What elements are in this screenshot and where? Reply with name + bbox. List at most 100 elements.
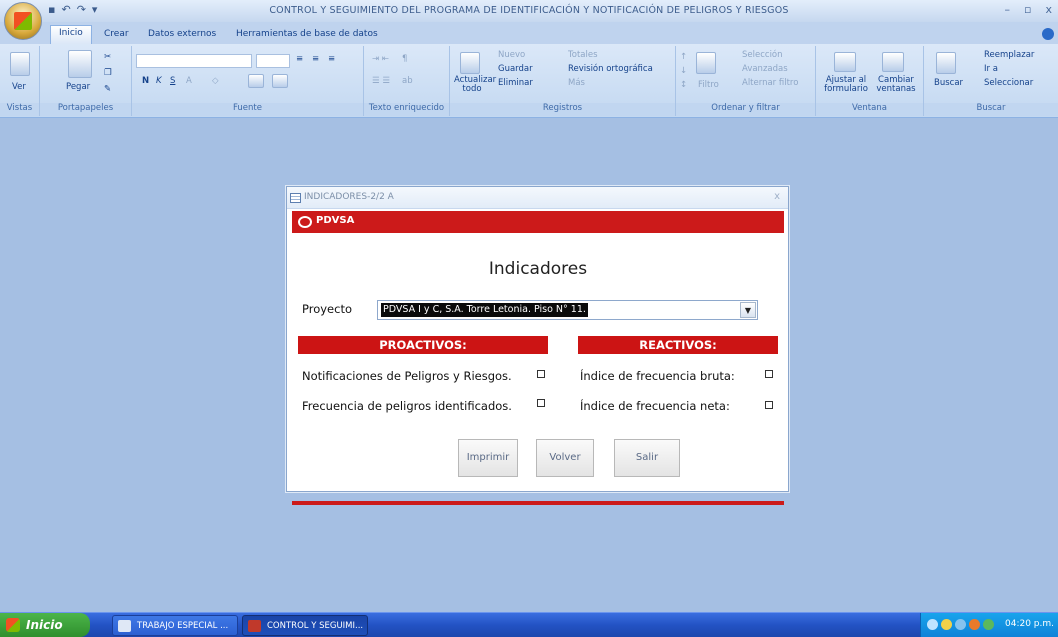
task-label: CONTROL Y SEGUIMI... bbox=[267, 621, 364, 631]
network-icon[interactable] bbox=[927, 619, 938, 630]
fill-color-icon[interactable]: ◇ bbox=[212, 76, 219, 86]
indent-icon[interactable]: ⇥ ⇤ bbox=[372, 54, 389, 64]
filter-icon[interactable] bbox=[696, 52, 716, 74]
align-right-icon[interactable]: ≡ bbox=[328, 54, 335, 64]
alternar-filtro-button[interactable]: Alternar filtro bbox=[742, 78, 798, 88]
tab-herramientas[interactable]: Herramientas de base de datos bbox=[228, 27, 386, 41]
bold-button[interactable]: N bbox=[142, 76, 149, 86]
seleccionar-button[interactable]: Seleccionar bbox=[984, 78, 1033, 88]
list-icon[interactable]: ☰ ☰ bbox=[372, 76, 390, 86]
font-name-combo[interactable] bbox=[136, 54, 252, 68]
sort-desc-icon[interactable]: ↓ bbox=[680, 66, 687, 76]
cut-icon[interactable]: ✂ bbox=[104, 52, 111, 62]
binoculars-icon[interactable] bbox=[936, 52, 956, 74]
antivirus-icon[interactable] bbox=[983, 619, 994, 630]
task-control-seguimiento[interactable]: CONTROL Y SEGUIMI... bbox=[242, 615, 368, 636]
dialog-close-button[interactable]: x bbox=[774, 191, 780, 202]
tab-crear[interactable]: Crear bbox=[96, 27, 137, 41]
proyecto-combo[interactable]: PDVSA I y C, S.A. Torre Letonia. Piso N°… bbox=[377, 300, 758, 320]
dialog-body: PDVSA Indicadores Proyecto PDVSA I y C, … bbox=[292, 211, 784, 505]
restore-button[interactable]: ▫ bbox=[1024, 3, 1031, 16]
ajustar-button[interactable]: Ajustar al formulario bbox=[818, 76, 874, 94]
close-button[interactable]: x bbox=[1045, 3, 1052, 16]
help-icon[interactable] bbox=[1042, 28, 1054, 40]
bottom-red-rule bbox=[292, 501, 784, 505]
tab-inicio[interactable]: Inicio bbox=[50, 25, 92, 44]
group-fuente: ≡ ≡ ≡ N K S A ◇ Fuente bbox=[132, 46, 364, 116]
switch-windows-icon[interactable] bbox=[882, 52, 904, 72]
cambiar-ventanas-button[interactable]: Cambiar ventanas bbox=[872, 76, 920, 94]
group-registros: Actualizar todo Nuevo Guardar Eliminar T… bbox=[450, 46, 676, 116]
reactivo-item-1: Índice de frecuencia bruta: bbox=[580, 369, 735, 383]
group-label-registros: Registros bbox=[450, 103, 675, 116]
checkbox-frecuencia-neta[interactable] bbox=[765, 401, 773, 409]
gridlines-icon[interactable] bbox=[248, 74, 264, 88]
update-icon[interactable] bbox=[969, 619, 980, 630]
dialog-heading: Indicadores bbox=[488, 259, 588, 279]
paragraph-icon[interactable]: ¶ bbox=[402, 54, 407, 64]
proactivo-item-1: Notificaciones de Peligros y Riesgos. bbox=[302, 369, 512, 383]
ir-a-button[interactable]: Ir a bbox=[984, 64, 998, 74]
seleccion-button[interactable]: Selección bbox=[742, 50, 783, 60]
mas-button[interactable]: Más bbox=[568, 78, 585, 88]
reemplazar-button[interactable]: Reemplazar bbox=[984, 50, 1034, 60]
word-doc-icon bbox=[118, 620, 131, 632]
eliminar-button[interactable]: Eliminar bbox=[498, 78, 533, 88]
form-icon bbox=[290, 193, 301, 203]
clear-sort-icon[interactable]: ↕ bbox=[680, 80, 687, 90]
format-painter-icon[interactable]: ✎ bbox=[104, 84, 111, 94]
ribbon: Ver Vistas Pegar ✂ ❐ ✎ Portapapeles ≡ ≡ … bbox=[0, 44, 1058, 118]
pegar-button[interactable]: Pegar bbox=[66, 82, 90, 92]
refresh-icon[interactable] bbox=[460, 52, 480, 74]
proyecto-label: Proyecto bbox=[302, 302, 352, 316]
nuevo-button[interactable]: Nuevo bbox=[498, 50, 525, 60]
checkbox-frecuencia-bruta[interactable] bbox=[765, 370, 773, 378]
system-tray: 04:20 p.m. bbox=[920, 613, 1058, 637]
font-color-icon[interactable]: A bbox=[186, 76, 192, 86]
font-size-combo[interactable] bbox=[256, 54, 290, 68]
highlight-icon[interactable]: ab bbox=[402, 76, 413, 86]
start-button[interactable]: Inicio bbox=[0, 613, 90, 637]
checkbox-notificaciones[interactable] bbox=[537, 370, 545, 378]
group-buscar: Buscar Reemplazar Ir a Seleccionar Busca… bbox=[924, 46, 1058, 116]
ver-button[interactable]: Ver bbox=[12, 82, 26, 92]
group-label-ordenar: Ordenar y filtrar bbox=[676, 103, 815, 116]
group-texto-enriquecido: ⇥ ⇤ ¶ ☰ ☰ ab Texto enriquecido bbox=[364, 46, 450, 116]
app-title: CONTROL Y SEGUIMIENTO DEL PROGRAMA DE ID… bbox=[269, 5, 789, 16]
volume-icon[interactable] bbox=[955, 619, 966, 630]
revision-button[interactable]: Revisión ortográfica bbox=[568, 64, 653, 74]
buscar-button[interactable]: Buscar bbox=[934, 78, 963, 88]
alternate-fill-icon[interactable] bbox=[272, 74, 288, 88]
guardar-button[interactable]: Guardar bbox=[498, 64, 533, 74]
actualizar-button[interactable]: Actualizar todo bbox=[454, 76, 496, 94]
italic-button[interactable]: K bbox=[156, 76, 162, 86]
checkbox-frecuencia-peligros[interactable] bbox=[537, 399, 545, 407]
clock: 04:20 p.m. bbox=[1005, 619, 1054, 629]
imprimir-button[interactable]: Imprimir bbox=[458, 439, 518, 477]
fit-form-icon[interactable] bbox=[834, 52, 856, 72]
avanzadas-button[interactable]: Avanzadas bbox=[742, 64, 788, 74]
taskbar: Inicio TRABAJO ESPECIAL ... CONTROL Y SE… bbox=[0, 612, 1058, 637]
reactivos-header: REACTIVOS: bbox=[578, 336, 778, 354]
align-center-icon[interactable]: ≡ bbox=[312, 54, 319, 64]
paste-icon[interactable] bbox=[68, 50, 92, 78]
totales-button[interactable]: Totales bbox=[568, 50, 598, 60]
view-icon[interactable] bbox=[10, 52, 30, 76]
security-icon[interactable] bbox=[941, 619, 952, 630]
chevron-down-icon[interactable]: ▼ bbox=[740, 302, 756, 318]
group-label-portapapeles: Portapapeles bbox=[40, 103, 131, 116]
volver-button[interactable]: Volver bbox=[536, 439, 594, 477]
sort-asc-icon[interactable]: ↑ bbox=[680, 52, 687, 62]
task-trabajo-especial[interactable]: TRABAJO ESPECIAL ... bbox=[112, 615, 238, 636]
salir-button[interactable]: Salir bbox=[614, 439, 680, 477]
tab-datos-externos[interactable]: Datos externos bbox=[140, 27, 224, 41]
title-bar: ▪ ↶ ↷ ▾ CONTROL Y SEGUIMIENTO DEL PROGRA… bbox=[0, 0, 1058, 40]
office-button[interactable] bbox=[4, 2, 42, 40]
minimize-button[interactable]: – bbox=[1005, 3, 1011, 16]
filtro-button[interactable]: Filtro bbox=[698, 80, 719, 90]
windows-flag-icon bbox=[6, 618, 20, 632]
copy-icon[interactable]: ❐ bbox=[104, 68, 112, 78]
align-left-icon[interactable]: ≡ bbox=[296, 54, 303, 64]
dialog-title-bar[interactable]: INDICADORES-2/2 A x bbox=[287, 187, 788, 209]
underline-button[interactable]: S bbox=[170, 76, 175, 86]
